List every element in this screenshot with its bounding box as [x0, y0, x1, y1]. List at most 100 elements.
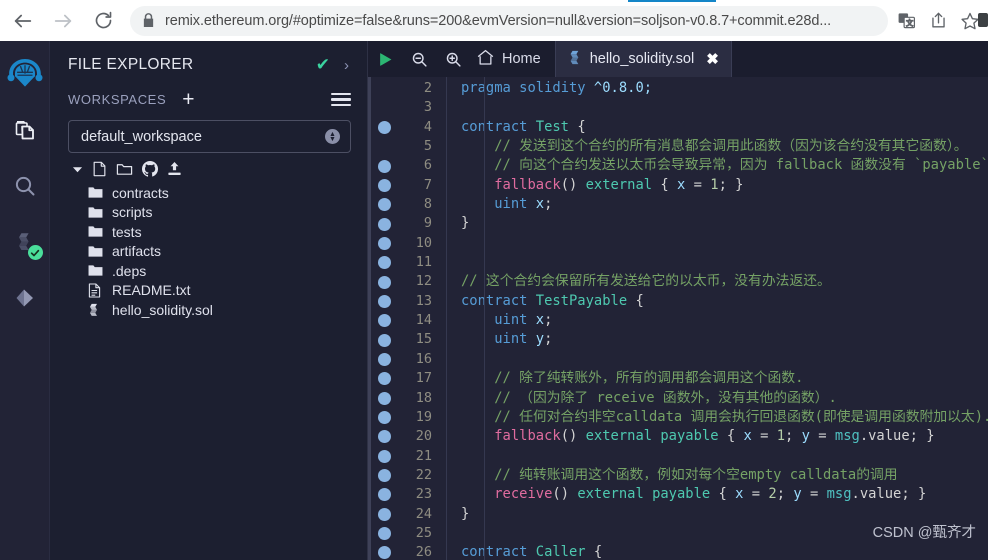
code-line[interactable]: uint x;: [461, 195, 988, 214]
breakpoint-cell[interactable]: [371, 485, 398, 504]
breakpoint-dot[interactable]: [378, 449, 391, 463]
share-icon[interactable]: [924, 7, 952, 35]
breakpoint-dot[interactable]: [378, 527, 391, 541]
breakpoint-dot[interactable]: [378, 333, 391, 347]
breakpoint-dot[interactable]: [378, 236, 391, 250]
breakpoint-cell[interactable]: [371, 427, 398, 446]
code-line[interactable]: [461, 524, 988, 543]
breakpoint-dot[interactable]: [378, 391, 391, 405]
breakpoint-dot[interactable]: [378, 469, 391, 483]
sidebar-item-solidity-compiler[interactable]: [2, 219, 48, 265]
new-folder-icon[interactable]: [116, 161, 133, 177]
breakpoint-cell[interactable]: [371, 195, 398, 214]
workspace-menu-icon[interactable]: [331, 92, 351, 107]
breakpoint-cell[interactable]: [371, 311, 398, 330]
translate-icon[interactable]: A 文: [892, 7, 920, 35]
chevron-right-icon[interactable]: ›: [344, 57, 349, 74]
code-line[interactable]: // 任何对合约非空calldata 调用会执行回退函数(即使是调用函数附加以太…: [461, 408, 988, 427]
code-line[interactable]: [461, 350, 988, 369]
breakpoint-dot[interactable]: [378, 372, 391, 386]
code-line[interactable]: // 向这个合约发送以太币会导致异常，因为 fallback 函数没有 `pay…: [461, 156, 988, 175]
code-line[interactable]: uint x;: [461, 311, 988, 330]
breakpoint-cell[interactable]: [371, 253, 398, 272]
new-file-icon[interactable]: [92, 161, 107, 177]
code-line[interactable]: [461, 234, 988, 253]
breakpoint-dot[interactable]: [378, 314, 391, 328]
sidebar-item-deploy-run[interactable]: [2, 275, 48, 321]
breakpoint-cell[interactable]: [371, 466, 398, 485]
add-workspace-icon[interactable]: +: [182, 89, 194, 110]
code-line[interactable]: // 发送到这个合约的所有消息都会调用此函数（因为该合约没有其它函数）。: [461, 137, 988, 156]
close-icon[interactable]: ✖: [706, 50, 719, 68]
code-line[interactable]: pragma solidity ^0.8.0;: [461, 79, 988, 98]
code-line[interactable]: }: [461, 505, 988, 524]
breakpoint-cell[interactable]: [371, 524, 398, 543]
code-line[interactable]: receive() external payable { x = 2; y = …: [461, 485, 988, 504]
breakpoint-cell[interactable]: [371, 118, 398, 137]
remix-logo-icon[interactable]: [2, 51, 48, 97]
breakpoint-cell[interactable]: [371, 408, 398, 427]
zoom-out-icon[interactable]: [402, 41, 436, 77]
sidebar-item-search[interactable]: [2, 163, 48, 209]
browser-menu-edge[interactable]: [978, 13, 988, 27]
code-line[interactable]: // 这个合约会保留所有发送给它的以太币，没有办法返还。: [461, 272, 988, 291]
breakpoint-cell[interactable]: [371, 350, 398, 369]
breakpoint-dot[interactable]: [378, 275, 391, 289]
breakpoint-dot[interactable]: [378, 507, 391, 521]
code-line[interactable]: contract Test {: [461, 118, 988, 137]
breakpoint-cell[interactable]: [371, 79, 398, 98]
workspace-select[interactable]: default_workspace ▲ ▼: [68, 120, 351, 153]
breakpoint-cell[interactable]: [371, 369, 398, 388]
code-editor[interactable]: 2 3 4 5 6 7 8 9 10 11 12 13 14 15 16 17 18 19 20 21 22 23 24 25…: [368, 77, 988, 560]
breakpoint-dot[interactable]: [378, 411, 391, 425]
browser-forward-button[interactable]: [46, 4, 80, 38]
breakpoint-dot[interactable]: [378, 217, 391, 231]
chevron-updown-icon[interactable]: ▲ ▼: [325, 129, 340, 144]
zoom-in-icon[interactable]: [436, 41, 470, 77]
breakpoint-cell[interactable]: [371, 272, 398, 291]
lock-icon[interactable]: [142, 13, 155, 28]
code-line[interactable]: // 纯转账调用这个函数，例如对每个空empty calldata的调用: [461, 466, 988, 485]
breakpoint-gutter[interactable]: [371, 77, 398, 560]
tree-item-contracts[interactable]: contracts: [50, 183, 367, 203]
breakpoint-cell[interactable]: [371, 156, 398, 175]
browser-reload-button[interactable]: [86, 4, 120, 38]
breakpoint-cell[interactable]: [371, 447, 398, 466]
breakpoint-dot[interactable]: [378, 546, 391, 560]
breakpoint-dot[interactable]: [378, 159, 391, 173]
tree-item-artifacts[interactable]: artifacts: [50, 242, 367, 262]
code-line[interactable]: // 除了纯转账外，所有的调用都会调用这个函数.: [461, 369, 988, 388]
tree-item-tests[interactable]: tests: [50, 222, 367, 242]
breakpoint-dot[interactable]: [378, 120, 391, 134]
breakpoint-dot[interactable]: [378, 198, 391, 212]
breakpoint-cell[interactable]: [371, 389, 398, 408]
code-line[interactable]: contract TestPayable {: [461, 292, 988, 311]
breakpoint-dot[interactable]: [378, 430, 391, 444]
breakpoint-cell[interactable]: [371, 234, 398, 253]
breakpoint-cell[interactable]: [371, 505, 398, 524]
breakpoint-dot[interactable]: [378, 488, 391, 502]
github-icon[interactable]: [142, 161, 158, 177]
breakpoint-dot[interactable]: [378, 256, 391, 270]
code-line[interactable]: fallback() external payable { x = 1; y =…: [461, 427, 988, 446]
code-line[interactable]: fallback() external { x = 1; }: [461, 176, 988, 195]
code-line[interactable]: [461, 253, 988, 272]
code-line[interactable]: [461, 98, 988, 117]
tab-hello-solidity-sol[interactable]: hello_solidity.sol ✖: [554, 41, 732, 77]
breakpoint-cell[interactable]: [371, 292, 398, 311]
breakpoint-cell[interactable]: [371, 214, 398, 233]
breakpoint-cell[interactable]: [371, 543, 398, 560]
browser-back-button[interactable]: [6, 4, 40, 38]
code-line[interactable]: [461, 447, 988, 466]
breakpoint-cell[interactable]: [371, 330, 398, 349]
code-line[interactable]: }: [461, 214, 988, 233]
tree-item-deps[interactable]: .deps: [50, 261, 367, 281]
collapse-caret-icon[interactable]: [72, 164, 83, 175]
breakpoint-dot[interactable]: [378, 352, 391, 366]
tree-item-hello-solidity-sol[interactable]: hello_solidity.sol: [50, 300, 367, 320]
address-bar[interactable]: remix.ethereum.org/#optimize=false&runs=…: [130, 5, 888, 36]
breakpoint-cell[interactable]: [371, 98, 398, 117]
code-line[interactable]: uint y;: [461, 330, 988, 349]
tab-home[interactable]: Home: [470, 41, 555, 77]
code-content[interactable]: pragma solidity ^0.8.0; contract Test { …: [446, 77, 988, 560]
